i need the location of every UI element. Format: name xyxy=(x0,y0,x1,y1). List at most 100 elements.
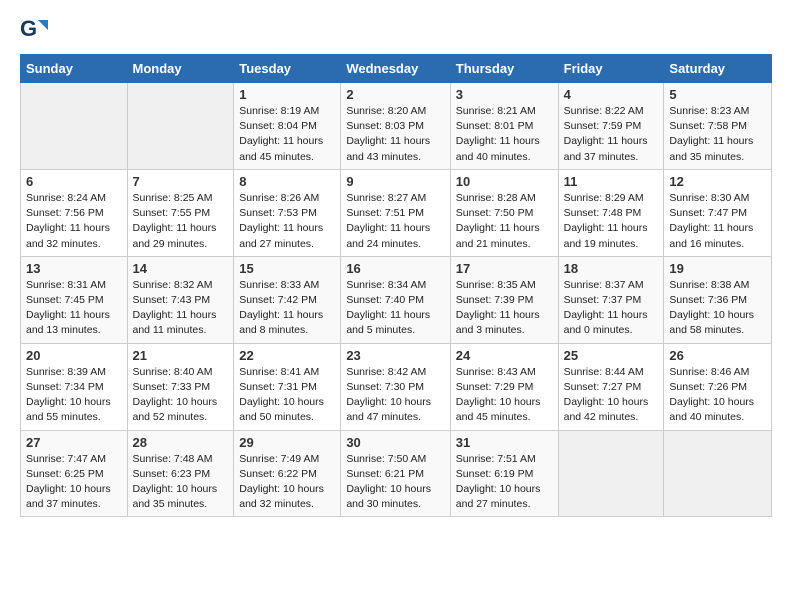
day-number: 13 xyxy=(26,261,122,276)
day-detail: Sunrise: 8:25 AM Sunset: 7:55 PM Dayligh… xyxy=(133,191,229,252)
day-number: 11 xyxy=(564,174,659,189)
col-header-saturday: Saturday xyxy=(664,55,772,83)
day-number: 27 xyxy=(26,435,122,450)
calendar-cell: 17 Sunrise: 8:35 AM Sunset: 7:39 PM Dayli… xyxy=(450,256,558,343)
day-number: 3 xyxy=(456,87,553,102)
day-detail: Sunrise: 8:26 AM Sunset: 7:53 PM Dayligh… xyxy=(239,191,335,252)
logo-icon: G xyxy=(20,16,48,44)
week-row-2: 6 Sunrise: 8:24 AM Sunset: 7:56 PM Daylig… xyxy=(21,169,772,256)
calendar-cell: 26Sunrise: 8:46 AM Sunset: 7:26 PM Dayli… xyxy=(664,343,772,430)
day-detail: Sunrise: 8:41 AM Sunset: 7:31 PM Dayligh… xyxy=(239,365,335,426)
col-header-monday: Monday xyxy=(127,55,234,83)
day-number: 28 xyxy=(133,435,229,450)
day-detail: Sunrise: 8:20 AM Sunset: 8:03 PM Dayligh… xyxy=(346,104,444,165)
calendar-cell: 20 Sunrise: 8:39 AM Sunset: 7:34 PM Dayli… xyxy=(21,343,128,430)
svg-text:G: G xyxy=(20,16,37,41)
day-number: 18 xyxy=(564,261,659,276)
day-detail: Sunrise: 8:31 AM Sunset: 7:45 PM Dayligh… xyxy=(26,278,122,339)
day-number: 20 xyxy=(26,348,122,363)
day-number: 22 xyxy=(239,348,335,363)
day-detail: Sunrise: 8:23 AM Sunset: 7:58 PM Dayligh… xyxy=(669,104,766,165)
calendar-cell: 28 Sunrise: 7:48 AM Sunset: 6:23 PM Dayli… xyxy=(127,430,234,517)
calendar-cell: 2 Sunrise: 8:20 AM Sunset: 8:03 PM Daylig… xyxy=(341,83,450,170)
day-detail: Sunrise: 7:51 AM Sunset: 6:19 PM Dayligh… xyxy=(456,452,553,513)
header: G xyxy=(20,16,772,44)
day-detail: Sunrise: 8:27 AM Sunset: 7:51 PM Dayligh… xyxy=(346,191,444,252)
logo: G xyxy=(20,16,50,44)
day-number: 2 xyxy=(346,87,444,102)
week-row-1: 1 Sunrise: 8:19 AM Sunset: 8:04 PM Daylig… xyxy=(21,83,772,170)
calendar-cell xyxy=(664,430,772,517)
day-detail: Sunrise: 8:46 AM Sunset: 7:26 PM Dayligh… xyxy=(669,365,766,426)
day-number: 31 xyxy=(456,435,553,450)
calendar-table: SundayMondayTuesdayWednesdayThursdayFrid… xyxy=(20,54,772,517)
day-detail: Sunrise: 8:29 AM Sunset: 7:48 PM Dayligh… xyxy=(564,191,659,252)
calendar-cell: 6 Sunrise: 8:24 AM Sunset: 7:56 PM Daylig… xyxy=(21,169,128,256)
week-row-4: 20 Sunrise: 8:39 AM Sunset: 7:34 PM Dayli… xyxy=(21,343,772,430)
col-header-friday: Friday xyxy=(558,55,664,83)
day-detail: Sunrise: 8:24 AM Sunset: 7:56 PM Dayligh… xyxy=(26,191,122,252)
calendar-cell: 13 Sunrise: 8:31 AM Sunset: 7:45 PM Dayli… xyxy=(21,256,128,343)
day-number: 21 xyxy=(133,348,229,363)
calendar-cell: 27 Sunrise: 7:47 AM Sunset: 6:25 PM Dayli… xyxy=(21,430,128,517)
day-detail: Sunrise: 8:38 AM Sunset: 7:36 PM Dayligh… xyxy=(669,278,766,339)
calendar-cell: 16 Sunrise: 8:34 AM Sunset: 7:40 PM Dayli… xyxy=(341,256,450,343)
day-number: 16 xyxy=(346,261,444,276)
day-number: 15 xyxy=(239,261,335,276)
day-number: 30 xyxy=(346,435,444,450)
day-detail: Sunrise: 7:49 AM Sunset: 6:22 PM Dayligh… xyxy=(239,452,335,513)
day-detail: Sunrise: 7:48 AM Sunset: 6:23 PM Dayligh… xyxy=(133,452,229,513)
calendar-cell: 5 Sunrise: 8:23 AM Sunset: 7:58 PM Daylig… xyxy=(664,83,772,170)
week-row-3: 13 Sunrise: 8:31 AM Sunset: 7:45 PM Dayli… xyxy=(21,256,772,343)
day-detail: Sunrise: 8:22 AM Sunset: 7:59 PM Dayligh… xyxy=(564,104,659,165)
day-detail: Sunrise: 8:34 AM Sunset: 7:40 PM Dayligh… xyxy=(346,278,444,339)
calendar-cell: 9 Sunrise: 8:27 AM Sunset: 7:51 PM Daylig… xyxy=(341,169,450,256)
day-number: 29 xyxy=(239,435,335,450)
day-detail: Sunrise: 8:37 AM Sunset: 7:37 PM Dayligh… xyxy=(564,278,659,339)
day-number: 24 xyxy=(456,348,553,363)
page: G SundayMondayTuesdayWednesdayThursdayFr… xyxy=(0,0,792,537)
header-row: SundayMondayTuesdayWednesdayThursdayFrid… xyxy=(21,55,772,83)
calendar-cell: 4Sunrise: 8:22 AM Sunset: 7:59 PM Daylig… xyxy=(558,83,664,170)
col-header-tuesday: Tuesday xyxy=(234,55,341,83)
day-detail: Sunrise: 8:39 AM Sunset: 7:34 PM Dayligh… xyxy=(26,365,122,426)
day-number: 23 xyxy=(346,348,444,363)
week-row-5: 27 Sunrise: 7:47 AM Sunset: 6:25 PM Dayli… xyxy=(21,430,772,517)
day-number: 6 xyxy=(26,174,122,189)
calendar-cell: 15 Sunrise: 8:33 AM Sunset: 7:42 PM Dayli… xyxy=(234,256,341,343)
day-number: 12 xyxy=(669,174,766,189)
calendar-cell: 1 Sunrise: 8:19 AM Sunset: 8:04 PM Daylig… xyxy=(234,83,341,170)
calendar-cell: 21Sunrise: 8:40 AM Sunset: 7:33 PM Dayli… xyxy=(127,343,234,430)
col-header-sunday: Sunday xyxy=(21,55,128,83)
day-number: 9 xyxy=(346,174,444,189)
calendar-cell: 8 Sunrise: 8:26 AM Sunset: 7:53 PM Daylig… xyxy=(234,169,341,256)
day-detail: Sunrise: 8:30 AM Sunset: 7:47 PM Dayligh… xyxy=(669,191,766,252)
day-detail: Sunrise: 8:44 AM Sunset: 7:27 PM Dayligh… xyxy=(564,365,659,426)
day-detail: Sunrise: 8:28 AM Sunset: 7:50 PM Dayligh… xyxy=(456,191,553,252)
calendar-cell: 11 Sunrise: 8:29 AM Sunset: 7:48 PM Dayli… xyxy=(558,169,664,256)
day-number: 5 xyxy=(669,87,766,102)
calendar-cell: 14Sunrise: 8:32 AM Sunset: 7:43 PM Dayli… xyxy=(127,256,234,343)
day-number: 17 xyxy=(456,261,553,276)
calendar-cell: 29 Sunrise: 7:49 AM Sunset: 6:22 PM Dayli… xyxy=(234,430,341,517)
calendar-cell: 7Sunrise: 8:25 AM Sunset: 7:55 PM Daylig… xyxy=(127,169,234,256)
day-number: 10 xyxy=(456,174,553,189)
day-number: 19 xyxy=(669,261,766,276)
day-detail: Sunrise: 8:35 AM Sunset: 7:39 PM Dayligh… xyxy=(456,278,553,339)
calendar-cell: 25Sunrise: 8:44 AM Sunset: 7:27 PM Dayli… xyxy=(558,343,664,430)
day-detail: Sunrise: 8:42 AM Sunset: 7:30 PM Dayligh… xyxy=(346,365,444,426)
day-detail: Sunrise: 8:33 AM Sunset: 7:42 PM Dayligh… xyxy=(239,278,335,339)
calendar-cell: 18 Sunrise: 8:37 AM Sunset: 7:37 PM Dayli… xyxy=(558,256,664,343)
day-detail: Sunrise: 7:47 AM Sunset: 6:25 PM Dayligh… xyxy=(26,452,122,513)
calendar-cell: 31 Sunrise: 7:51 AM Sunset: 6:19 PM Dayli… xyxy=(450,430,558,517)
calendar-cell: 10 Sunrise: 8:28 AM Sunset: 7:50 PM Dayli… xyxy=(450,169,558,256)
day-detail: Sunrise: 7:50 AM Sunset: 6:21 PM Dayligh… xyxy=(346,452,444,513)
day-detail: Sunrise: 8:19 AM Sunset: 8:04 PM Dayligh… xyxy=(239,104,335,165)
day-detail: Sunrise: 8:21 AM Sunset: 8:01 PM Dayligh… xyxy=(456,104,553,165)
calendar-cell: 12 Sunrise: 8:30 AM Sunset: 7:47 PM Dayli… xyxy=(664,169,772,256)
calendar-cell: 30 Sunrise: 7:50 AM Sunset: 6:21 PM Dayli… xyxy=(341,430,450,517)
day-number: 1 xyxy=(239,87,335,102)
day-number: 8 xyxy=(239,174,335,189)
calendar-cell: 22 Sunrise: 8:41 AM Sunset: 7:31 PM Dayli… xyxy=(234,343,341,430)
day-detail: Sunrise: 8:43 AM Sunset: 7:29 PM Dayligh… xyxy=(456,365,553,426)
